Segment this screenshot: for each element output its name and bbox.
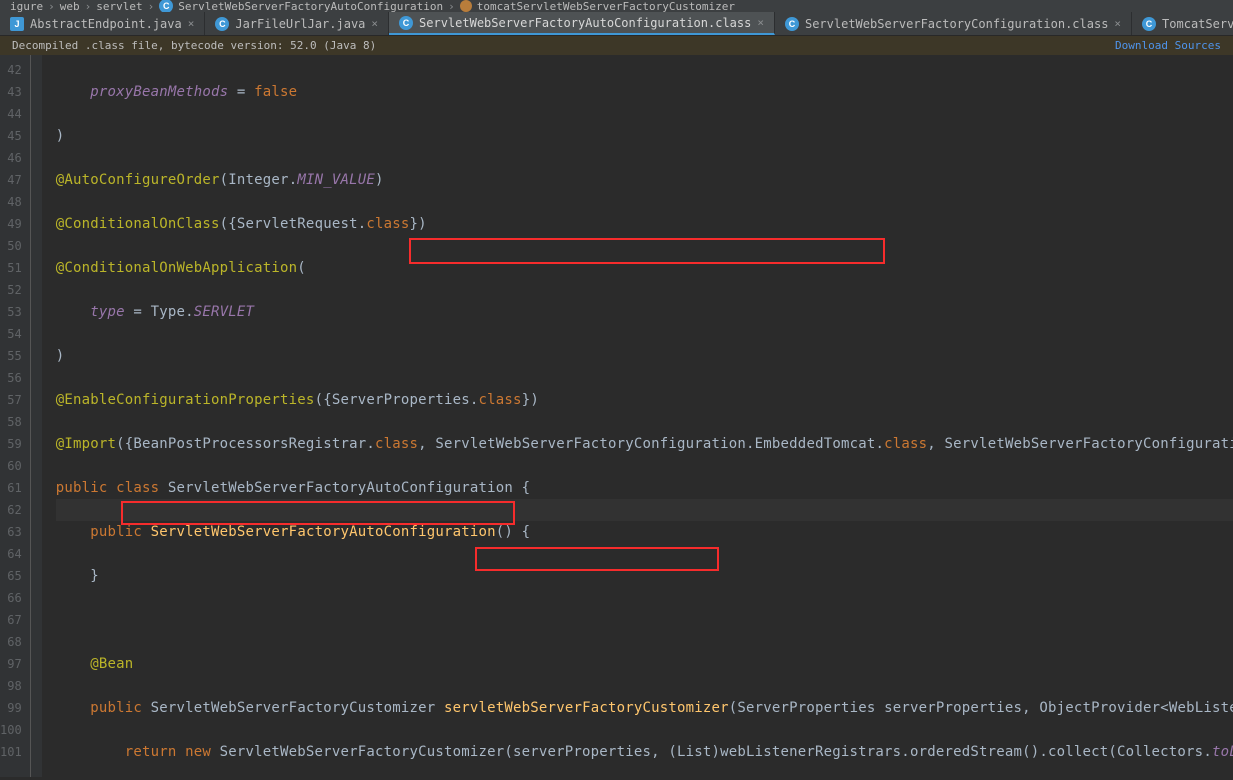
code-line: @AutoConfigureOrder(Integer.MIN_VALUE) xyxy=(56,169,1233,191)
code-line: proxyBeanMethods = false xyxy=(56,81,1233,103)
line-number: 61 xyxy=(0,477,22,499)
close-icon[interactable]: × xyxy=(757,16,764,29)
code-line: @EnableConfigurationProperties({ServerPr… xyxy=(56,389,1233,411)
tab-label: ServletWebServerFactoryConfiguration.cla… xyxy=(805,17,1108,31)
chevron-right-icon: › xyxy=(448,0,455,12)
code-editor[interactable]: 42 43 44 45 46 47 48 49 50 51 52 53 54 5… xyxy=(0,55,1233,777)
line-number: 68 xyxy=(0,631,22,653)
line-number: 54 xyxy=(0,323,22,345)
line-number: 45 xyxy=(0,125,22,147)
line-gutter: 42 43 44 45 46 47 48 49 50 51 52 53 54 5… xyxy=(0,55,42,777)
line-number: 49 xyxy=(0,213,22,235)
java-file-icon: J xyxy=(10,17,24,31)
line-number: 62 xyxy=(0,499,22,521)
close-icon[interactable]: × xyxy=(188,17,195,30)
line-number: 66 xyxy=(0,587,22,609)
chevron-right-icon: › xyxy=(148,0,155,12)
line-number: 100 xyxy=(0,719,22,741)
code-line: public ServletWebServerFactoryAutoConfig… xyxy=(56,521,1233,543)
tab-abstract-endpoint[interactable]: J AbstractEndpoint.java × xyxy=(0,12,205,35)
bc-item[interactable]: ServletWebServerFactoryAutoConfiguration xyxy=(178,0,443,12)
line-number: 97 xyxy=(0,653,22,675)
line-number: 42 xyxy=(0,59,22,81)
download-sources-link[interactable]: Download Sources xyxy=(1115,39,1221,52)
method-icon xyxy=(460,0,472,12)
code-line xyxy=(56,609,1233,631)
line-number: 48 xyxy=(0,191,22,213)
bc-item[interactable]: tomcatServletWebServerFactoryCustomizer xyxy=(477,0,735,12)
line-number: 51 xyxy=(0,257,22,279)
line-number: 58 xyxy=(0,411,22,433)
class-file-icon: C xyxy=(1142,17,1156,31)
code-line: @ConditionalOnWebApplication( xyxy=(56,257,1233,279)
code-line: public class ServletWebServerFactoryAuto… xyxy=(56,477,1233,499)
line-number: 56 xyxy=(0,367,22,389)
line-number: 47 xyxy=(0,169,22,191)
code-line: return new ServletWebServerFactoryCustom… xyxy=(56,741,1233,763)
line-number: 101 xyxy=(0,741,22,763)
class-file-icon: C xyxy=(215,17,229,31)
code-line: ) xyxy=(56,345,1233,367)
line-number: 99 xyxy=(0,697,22,719)
line-number: 63 xyxy=(0,521,22,543)
close-icon[interactable]: × xyxy=(1114,17,1121,30)
editor-tabs: J AbstractEndpoint.java × C JarFileUrlJa… xyxy=(0,12,1233,36)
line-number: 52 xyxy=(0,279,22,301)
line-number: 46 xyxy=(0,147,22,169)
tab-label: AbstractEndpoint.java xyxy=(30,17,182,31)
line-number: 43 xyxy=(0,81,22,103)
line-number: 57 xyxy=(0,389,22,411)
line-number: 60 xyxy=(0,455,22,477)
line-number: 65 xyxy=(0,565,22,587)
code-line: } xyxy=(56,565,1233,587)
close-icon[interactable]: × xyxy=(371,17,378,30)
class-file-icon: C xyxy=(785,17,799,31)
code-line: ) xyxy=(56,125,1233,147)
line-number: 55 xyxy=(0,345,22,367)
tab-servletwebserverfactoryconfig[interactable]: C ServletWebServerFactoryConfiguration.c… xyxy=(775,12,1132,35)
code-line: public ServletWebServerFactoryCustomizer… xyxy=(56,697,1233,719)
tab-label: TomcatServletWebServerFactoryCustomize xyxy=(1162,17,1233,31)
class-icon: C xyxy=(159,0,173,12)
chevron-right-icon: › xyxy=(85,0,92,12)
bc-item[interactable]: servlet xyxy=(96,0,142,12)
breadcrumb: igure › web › servlet › C ServletWebServ… xyxy=(0,0,1233,12)
tab-label: JarFileUrlJar.java xyxy=(235,17,365,31)
code-line: @Import({BeanPostProcessorsRegistrar.cla… xyxy=(56,433,1233,455)
tab-tomcatservletcustomizer[interactable]: C TomcatServletWebServerFactoryCustomize xyxy=(1132,12,1233,35)
banner-text: Decompiled .class file, bytecode version… xyxy=(12,39,376,52)
line-number: 64 xyxy=(0,543,22,565)
decompiled-banner: Decompiled .class file, bytecode version… xyxy=(0,36,1233,55)
code-line: @Bean xyxy=(56,653,1233,675)
tab-jarfileurljar[interactable]: C JarFileUrlJar.java × xyxy=(205,12,389,35)
bc-item[interactable]: igure xyxy=(10,0,43,12)
bc-item[interactable]: web xyxy=(60,0,80,12)
code-line: @ConditionalOnClass({ServletRequest.clas… xyxy=(56,213,1233,235)
class-file-icon: C xyxy=(399,16,413,30)
code-line: type = Type.SERVLET xyxy=(56,301,1233,323)
tab-servletwebserverfactoryauto[interactable]: C ServletWebServerFactoryAutoConfigurati… xyxy=(389,12,775,35)
line-number: 67 xyxy=(0,609,22,631)
line-number: 98 xyxy=(0,675,22,697)
line-number: 59 xyxy=(0,433,22,455)
code-area[interactable]: proxyBeanMethods = false ) @AutoConfigur… xyxy=(42,55,1233,777)
line-number: 44 xyxy=(0,103,22,125)
tab-label: ServletWebServerFactoryAutoConfiguration… xyxy=(419,16,751,30)
line-number: 53 xyxy=(0,301,22,323)
line-number: 50 xyxy=(0,235,22,257)
chevron-right-icon: › xyxy=(48,0,55,12)
